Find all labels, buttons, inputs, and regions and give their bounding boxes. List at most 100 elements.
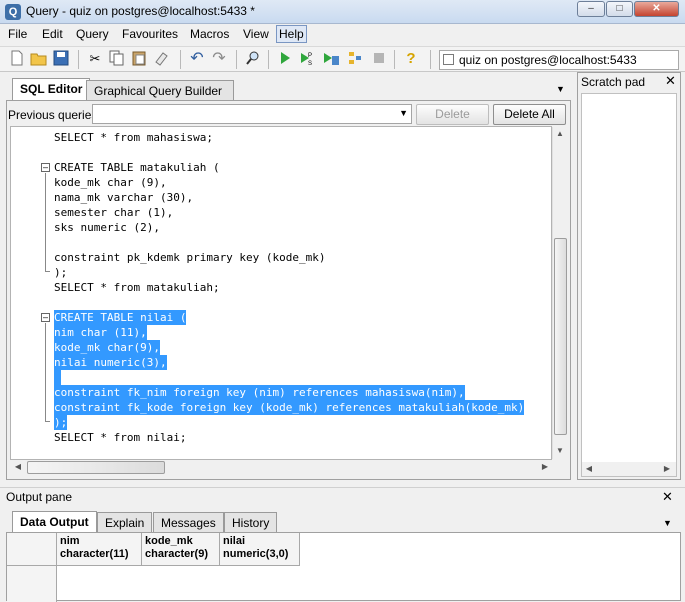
menu-query[interactable]: Query [73,27,112,41]
tab-messages[interactable]: Messages [153,512,224,532]
toolbar-separator [236,50,237,69]
fold-guide-end [45,271,50,272]
clear-icon[interactable] [152,50,170,68]
column-type: numeric(3,0) [223,548,289,560]
cancel-query-icon[interactable] [370,50,388,68]
toolbar-separator [268,50,269,69]
scroll-up-icon[interactable]: ▲ [553,127,567,141]
code-line: semester char (1), [54,206,174,219]
delete-all-button[interactable]: Delete All [493,104,566,125]
column-header-nim[interactable]: nim character(11) [57,533,142,566]
fold-guide [45,323,46,421]
close-icon[interactable]: ✕ [662,489,673,505]
code-line: ); [54,266,68,279]
execute-pgscript-icon[interactable]: PS [298,50,316,68]
scroll-down-icon[interactable]: ▼ [553,444,567,458]
previous-queries-dropdown[interactable]: ▼ [92,104,412,124]
output-pane-title: Output pane [6,490,73,504]
tab-menu-dropdown-icon[interactable]: ▼ [663,518,672,528]
tab-history[interactable]: History [224,512,278,532]
close-window-button[interactable]: ✕ [634,1,679,17]
menu-file[interactable]: File [5,27,30,41]
tab-sql-editor[interactable]: SQL Editor [12,78,91,100]
execute-to-file-icon[interactable] [322,50,340,68]
menu-help[interactable]: Help [276,25,307,43]
code-line: nama_mk varchar (30), [54,191,194,204]
column-type: character(9) [145,548,208,560]
toolbar-separator [180,50,181,69]
title-bar: Q Query - quiz on postgres@localhost:543… [0,0,685,24]
minimize-button[interactable]: – [577,1,605,17]
code-line: kode_mk char (9), [54,176,167,189]
menu-edit[interactable]: Edit [39,27,66,41]
scratch-pad-panel: Scratch pad ✕ ◀ ▶ [577,72,681,480]
scroll-left-icon[interactable]: ◀ [11,460,25,474]
connection-label: quiz on postgres@localhost:5433 [459,53,637,67]
scroll-right-icon[interactable]: ▶ [538,460,552,474]
paste-icon[interactable] [130,50,148,68]
code-line: nim char (11), [54,325,147,340]
code-line: constraint fk_nim foreign key (nim) refe… [54,385,465,400]
menu-bar: File Edit Query Favourites Macros View H… [0,24,685,45]
toolbar: ✂ ↶ ↷ PS ? quiz on postgres@localhost:54… [0,46,685,72]
code-line: SELECT * from matakuliah; [54,281,220,294]
tab-data-output[interactable]: Data Output [12,511,97,533]
menu-favourites[interactable]: Favourites [119,27,181,41]
redo-icon[interactable]: ↷ [210,50,228,68]
chevron-down-icon: ▼ [399,108,408,118]
connection-selector[interactable]: quiz on postgres@localhost:5433 [439,50,679,70]
column-header-kode-mk[interactable]: kode_mk character(9) [142,533,220,566]
scratch-pad-title: Scratch pad [581,75,646,89]
scroll-thumb[interactable] [27,461,165,474]
fold-toggle-icon[interactable]: – [41,163,50,172]
maximize-button[interactable]: □ [606,1,633,17]
scroll-thumb[interactable] [554,238,567,435]
column-name: kode_mk [145,535,193,547]
delete-button[interactable]: Delete [416,104,489,125]
app-icon: Q [5,4,21,20]
connection-checkbox[interactable] [443,54,454,65]
svg-text:P: P [308,53,312,59]
menu-macros[interactable]: Macros [187,27,232,41]
toolbar-separator [78,50,79,69]
save-icon[interactable] [52,50,70,68]
column-type: character(11) [60,548,129,560]
scratch-horizontal-scrollbar[interactable]: ◀ ▶ [582,462,676,476]
editor-vertical-scrollbar[interactable]: ▲ ▼ [552,127,567,459]
menu-view[interactable]: View [240,27,272,41]
scratch-pad-textarea[interactable]: ◀ ▶ [581,93,677,477]
output-pane-header: Output pane ✕ [0,487,685,507]
tab-menu-dropdown-icon[interactable]: ▼ [556,84,565,94]
scroll-right-icon[interactable]: ▶ [660,462,674,476]
fold-toggle-icon[interactable]: – [41,313,50,322]
toolbar-separator [394,50,395,69]
tab-graphical-query-builder[interactable]: Graphical Query Builder [86,80,234,100]
code-line: SELECT * from nilai; [54,431,187,444]
svg-text:S: S [308,61,312,66]
tab-explain[interactable]: Explain [97,512,153,532]
open-folder-icon[interactable] [30,50,48,68]
find-icon[interactable] [244,50,262,68]
execute-icon[interactable] [276,50,294,68]
editor-horizontal-scrollbar[interactable]: ◀ ▶ [11,460,552,475]
column-header-nilai[interactable]: nilai numeric(3,0) [220,533,300,566]
code-line: SELECT * from mahasiswa; [54,131,213,144]
window-title: Query - quiz on postgres@localhost:5433 … [26,4,255,18]
column-name: nim [60,535,80,547]
cut-icon[interactable]: ✂ [86,50,104,68]
help-icon[interactable]: ? [402,50,420,68]
code-line: sks numeric (2), [54,221,160,234]
close-icon[interactable]: ✕ [665,73,676,89]
code-line: kode_mk char(9), [54,340,160,355]
explain-icon[interactable] [346,50,364,68]
sql-code-editor[interactable]: SELECT * from mahasiswa; CREATE TABLE mat… [10,126,552,460]
undo-icon[interactable]: ↶ [188,50,206,68]
new-file-icon[interactable] [8,50,26,68]
copy-icon[interactable] [108,50,126,68]
fold-guide-end [45,421,50,422]
scroll-left-icon[interactable]: ◀ [582,462,596,476]
data-output-grid[interactable]: nim character(11) kode_mk character(9) n… [6,532,681,602]
column-name: nilai [223,535,246,547]
code-line: CREATE TABLE nilai ( [54,310,187,325]
row-header-column [7,566,57,602]
